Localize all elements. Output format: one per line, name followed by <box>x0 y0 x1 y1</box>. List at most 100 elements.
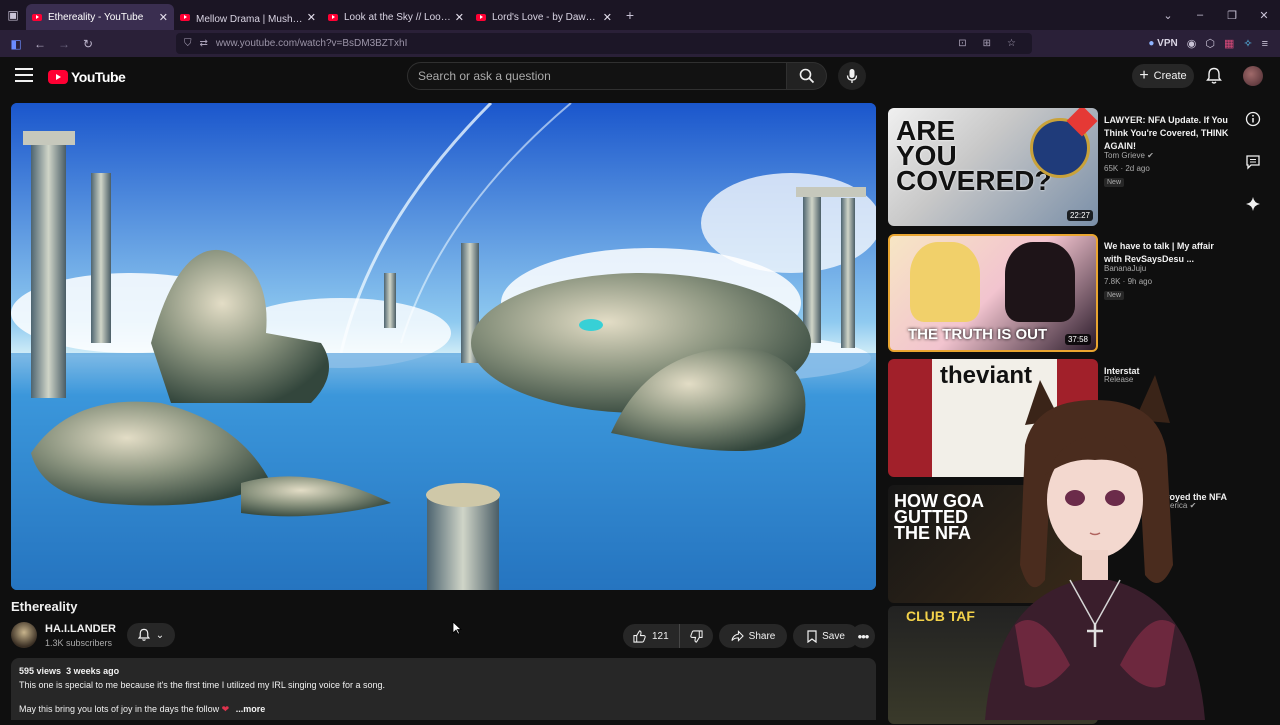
tab-ethereality[interactable]: Ethereality - YouTube ✕ <box>26 4 174 30</box>
new-badge: New <box>1104 291 1125 300</box>
show-more-link[interactable]: ...more <box>236 704 266 714</box>
share-button[interactable]: Share <box>719 624 787 648</box>
video-duration: 37:58 <box>1064 334 1091 345</box>
video-duration: 22:27 <box>1066 210 1093 221</box>
user-avatar[interactable] <box>1243 66 1263 86</box>
bookmark-star-icon[interactable]: ☆ <box>1007 38 1016 49</box>
close-icon[interactable]: ✕ <box>455 11 464 24</box>
minimize-icon[interactable]: – <box>1184 9 1216 22</box>
back-icon[interactable]: ← <box>28 37 52 51</box>
more-actions-button[interactable]: ••• <box>851 624 875 648</box>
voice-search-button[interactable] <box>838 62 866 90</box>
chat-button[interactable] <box>1244 153 1262 171</box>
subscribed-notifications-button[interactable]: ⌄ <box>127 623 175 647</box>
tab-look-at-the-sky[interactable]: Look at the Sky // Look at the S ✕ <box>322 4 470 30</box>
dislike-button[interactable] <box>680 629 713 643</box>
recommendation-title[interactable]: We have to talk | My affair with RevSays… <box>1104 240 1232 266</box>
close-window-icon[interactable]: ✕ <box>1248 9 1280 22</box>
forward-icon[interactable]: → <box>52 37 76 51</box>
youtube-logo[interactable]: YouTube <box>48 69 126 85</box>
sidebar-toggle-icon[interactable]: ◧ <box>4 37 28 51</box>
channel-avatar[interactable] <box>11 622 37 648</box>
tab-lords-love[interactable]: Lord's Love - by DawnHalo - Yo ✕ <box>470 4 618 30</box>
save-button[interactable]: Save <box>793 624 859 648</box>
ai-sparkle-button[interactable] <box>1244 195 1262 213</box>
recommendation-title[interactable]: LAWYER: NFA Update. If You Think You're … <box>1104 114 1232 153</box>
more-horizontal-icon: ••• <box>857 628 870 644</box>
youtube-favicon-icon <box>328 13 338 21</box>
search-button[interactable] <box>787 62 827 90</box>
chevron-down-icon: ⌄ <box>155 629 165 641</box>
recommendation-item[interactable]: ARE YOU COVERED? 22:27 LAWYER: NFA Updat… <box>888 108 1228 226</box>
chat-icon <box>1246 155 1260 170</box>
like-dislike-group: 121 <box>623 624 713 648</box>
channel-name: Tom Grieve <box>1104 151 1145 160</box>
window-controls: ⌄ – ❐ ✕ <box>1152 9 1280 22</box>
thumbs-down-icon <box>689 629 703 643</box>
recommendation-item[interactable]: THE TRUTH IS OUT 37:58 We have to talk |… <box>888 234 1228 352</box>
microphone-icon <box>846 69 858 83</box>
verified-icon: ✔ <box>1147 151 1154 160</box>
recommendation-meta: 7.8K · 9h ago <box>1104 277 1153 286</box>
search-input[interactable]: Search or ask a question <box>407 62 787 90</box>
video-title: Ethereality <box>11 599 78 614</box>
url-text: www.youtube.com/watch?v=BsDM3BZTxhI <box>215 38 408 49</box>
recommendation-channel[interactable]: Tom Grieve ✔ <box>1104 151 1154 160</box>
close-icon[interactable]: ✕ <box>307 11 316 24</box>
maximize-icon[interactable]: ❐ <box>1216 9 1248 22</box>
youtube-header: YouTube Search or ask a question + Creat… <box>0 57 1280 97</box>
sparkle-icon <box>1246 197 1260 211</box>
extensions-icon[interactable]: ⬡ <box>1205 37 1215 50</box>
bell-icon <box>1206 67 1222 84</box>
youtube-favicon-icon <box>32 13 42 21</box>
close-icon[interactable]: ✕ <box>159 11 168 24</box>
site-settings-icon[interactable]: ⇄ <box>200 38 208 49</box>
shield-icon[interactable]: ⛉ <box>184 38 192 49</box>
recommendation-channel[interactable]: BananaJuju <box>1104 264 1146 273</box>
download-icon[interactable]: ⊞ <box>983 38 991 49</box>
ai-icon[interactable]: ✧ <box>1243 37 1252 50</box>
close-icon[interactable]: ✕ <box>603 11 612 24</box>
account-icon[interactable]: ◉ <box>1187 37 1197 50</box>
channel-name[interactable]: HA.I.LANDER <box>45 623 116 635</box>
new-badge: New <box>1104 178 1125 187</box>
tab-mellow-drama[interactable]: Mellow Drama | Mushi (AMV) (Ⓓ ✕ <box>174 4 322 30</box>
mouse-cursor-icon <box>452 621 463 640</box>
extension-icon[interactable]: ▦ <box>1224 37 1234 50</box>
info-icon <box>1245 111 1261 127</box>
browser-toolbar: ◧ ← → ↻ ⛉ ⇄ www.youtube.com/watch?v=BsDM… <box>0 30 1280 57</box>
channel-row: HA.I.LANDER 1.3K subscribers ⌄ 121 Share… <box>11 620 876 652</box>
tab-list-icon[interactable]: ⌄ <box>1152 9 1184 22</box>
create-button[interactable]: + Create <box>1132 64 1194 88</box>
character-blonde <box>910 242 980 322</box>
vtuber-avatar-overlay <box>945 365 1245 720</box>
video-thumbnail[interactable]: THE TRUTH IS OUT 37:58 <box>888 234 1098 352</box>
menu-icon[interactable]: ≡ <box>1262 38 1268 50</box>
hamburger-menu-icon[interactable] <box>15 68 33 82</box>
youtube-logo-icon <box>48 70 68 84</box>
tab-title: Lord's Love - by DawnHalo - Yo <box>492 11 599 23</box>
screenshot-icon[interactable]: ⊡ <box>958 38 966 49</box>
like-count: 121 <box>652 630 669 642</box>
video-thumbnail[interactable]: ARE YOU COVERED? 22:27 <box>888 108 1098 226</box>
info-button[interactable] <box>1244 110 1262 128</box>
thumbnail-text: ARE YOU COVERED? <box>896 115 1052 197</box>
search-icon <box>799 68 814 84</box>
share-icon <box>731 630 744 642</box>
vpn-badge[interactable]: ● VPN <box>1148 38 1177 49</box>
like-button[interactable]: 121 <box>623 624 680 648</box>
description-line-2: May this bring you lots of joy in the da… <box>19 704 868 715</box>
tab-menu-icon[interactable]: ▣ <box>0 0 26 30</box>
video-player[interactable] <box>11 103 876 590</box>
new-tab-button[interactable]: + <box>618 7 642 23</box>
address-bar[interactable]: ⛉ ⇄ www.youtube.com/watch?v=BsDM3BZTxhI … <box>176 33 1032 54</box>
reload-icon[interactable]: ↻ <box>76 37 100 51</box>
description-line-1: This one is special to me because it's t… <box>19 680 386 690</box>
notifications-button[interactable] <box>1206 67 1222 90</box>
vpn-icon: ● <box>1148 38 1155 49</box>
description-box[interactable]: 595 views 3 weeks ago This one is specia… <box>11 658 876 720</box>
plus-icon: + <box>1139 67 1149 84</box>
bell-icon <box>137 628 150 641</box>
view-count: 595 views <box>19 666 62 676</box>
tab-title: Ethereality - YouTube <box>48 11 144 23</box>
